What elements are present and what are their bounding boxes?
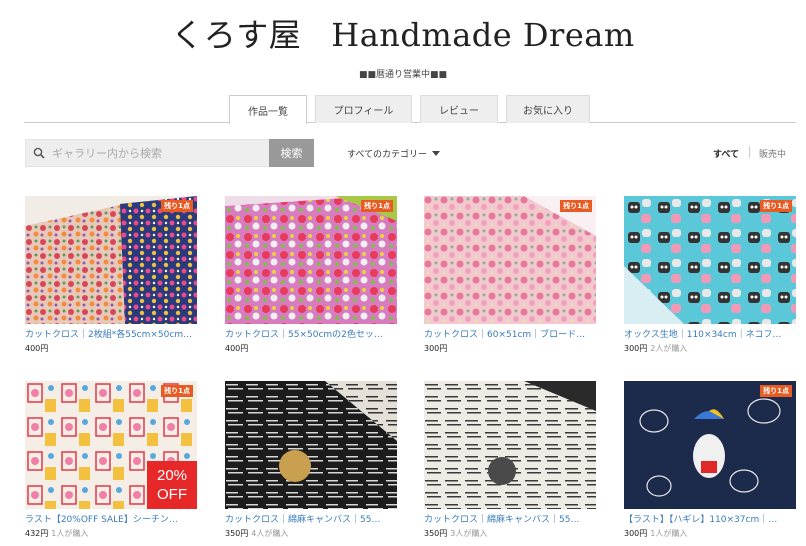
product-buyers: 4人が購入 (251, 529, 289, 538)
product-card[interactable]: カットクロス｜綿麻キャンバス｜55… 350円 4人が購入 (225, 381, 397, 539)
sale-badge: 20% OFF (147, 461, 197, 509)
product-image[interactable]: 残り1点 (25, 196, 197, 324)
tab-profile[interactable]: プロフィール (315, 95, 412, 123)
product-card[interactable]: 残り1点 オックス生地｜110×34cm｜ネコフ… 300円 2人が購入 (624, 196, 796, 354)
product-meta: 400円 (25, 343, 197, 354)
product-buyers: 1人が購入 (650, 529, 688, 538)
sale-percent: 20% (156, 467, 188, 484)
product-title[interactable]: カットクロス｜55×50cmの2色セッ… (225, 327, 397, 340)
product-image[interactable]: 残り1点 (424, 196, 596, 324)
product-card[interactable]: 残り1点 カットクロス｜60×51cm｜ブロード… 300円 (424, 196, 596, 354)
product-title[interactable]: オックス生地｜110×34cm｜ネコフ… (624, 327, 796, 340)
product-image[interactable] (424, 381, 596, 509)
product-price: 350円 (424, 529, 448, 538)
remaining-badge: 残り1点 (560, 200, 592, 212)
product-title[interactable]: 【ラスト】【ハギレ】110×37cm｜… (624, 512, 796, 525)
product-title[interactable]: カットクロス｜綿麻キャンバス｜55… (225, 512, 397, 525)
product-meta: 350円 4人が購入 (225, 528, 397, 539)
tab-bar: 作品一覧 プロフィール レビュー お気に入り (24, 95, 796, 124)
product-meta: 432円 1人が購入 (25, 528, 197, 539)
product-meta: 350円 3人が購入 (424, 528, 596, 539)
product-title[interactable]: ラスト【20%OFF SALE】シーチン… (25, 512, 197, 525)
caret-down-icon (432, 151, 441, 156)
product-meta: 300円 1人が購入 (624, 528, 796, 539)
tab-reviews[interactable]: レビュー (420, 95, 498, 123)
product-price: 300円 (424, 344, 448, 353)
search-button[interactable]: 検索 (269, 139, 314, 167)
product-price: 400円 (225, 344, 249, 353)
product-card[interactable]: 残り1点 カットクロス｜2枚組*各55cm×50cm… 400円 (25, 196, 197, 354)
product-image[interactable]: 残り1点 (624, 196, 796, 324)
product-card[interactable]: 残り1点 20% OFF ラスト【20%OFF SALE】シーチン… 432円 1… (25, 381, 197, 539)
remaining-badge: 残り1点 (161, 385, 193, 397)
product-buyers: 3人が購入 (450, 529, 488, 538)
search-input[interactable] (52, 146, 262, 160)
product-price: 400円 (25, 344, 49, 353)
product-image[interactable]: 残り1点 20% OFF (25, 381, 197, 509)
search-icon (26, 147, 52, 159)
product-meta: 400円 (225, 343, 397, 354)
product-price: 432円 (25, 529, 49, 538)
filter-on-sale[interactable]: 販売中 (759, 147, 786, 160)
category-label: すべてのカテゴリー (347, 150, 428, 160)
product-card[interactable]: 残り1点 【ラスト】【ハギレ】110×37cm｜… 300円 1人が購入 (624, 381, 796, 539)
product-title[interactable]: カットクロス｜60×51cm｜ブロード… (424, 327, 596, 340)
product-card[interactable]: カットクロス｜綿麻キャンバス｜55… 350円 3人が購入 (424, 381, 596, 539)
product-title[interactable]: カットクロス｜2枚組*各55cm×50cm… (25, 327, 197, 340)
shop-name-jp: くろす屋 (171, 16, 302, 54)
tab-works[interactable]: 作品一覧 (229, 95, 307, 124)
remaining-badge: 残り1点 (760, 385, 792, 397)
sale-off: OFF (157, 486, 187, 503)
product-meta: 300円 2人が購入 (624, 343, 796, 354)
product-card[interactable]: 残り1点 カットクロス｜55×50cmの2色セッ… 400円 (225, 196, 397, 354)
shop-title: くろす屋 Handmade Dream (0, 10, 806, 56)
remaining-badge: 残り1点 (760, 200, 792, 212)
product-price: 300円 (624, 344, 648, 353)
filter-divider (749, 146, 750, 158)
shop-status: ■■暦通り営業中■■ (358, 70, 447, 80)
product-image[interactable] (225, 381, 397, 509)
product-meta: 300円 (424, 343, 596, 354)
product-title[interactable]: カットクロス｜綿麻キャンバス｜55… (424, 512, 596, 525)
search-box (25, 139, 270, 167)
product-buyers: 1人が購入 (51, 529, 89, 538)
product-price: 300円 (624, 529, 648, 538)
product-image[interactable]: 残り1点 (225, 196, 397, 324)
shop-name-en: Handmade Dream (331, 16, 635, 54)
remaining-badge: 残り1点 (361, 200, 393, 212)
category-dropdown[interactable]: すべてのカテゴリー (347, 147, 441, 160)
product-buyers: 2人が購入 (650, 344, 688, 353)
remaining-badge: 残り1点 (161, 200, 193, 212)
filter-all[interactable]: すべて (713, 147, 739, 160)
product-image[interactable]: 残り1点 (624, 381, 796, 509)
product-price: 350円 (225, 529, 249, 538)
tab-favorites[interactable]: お気に入り (506, 95, 590, 123)
